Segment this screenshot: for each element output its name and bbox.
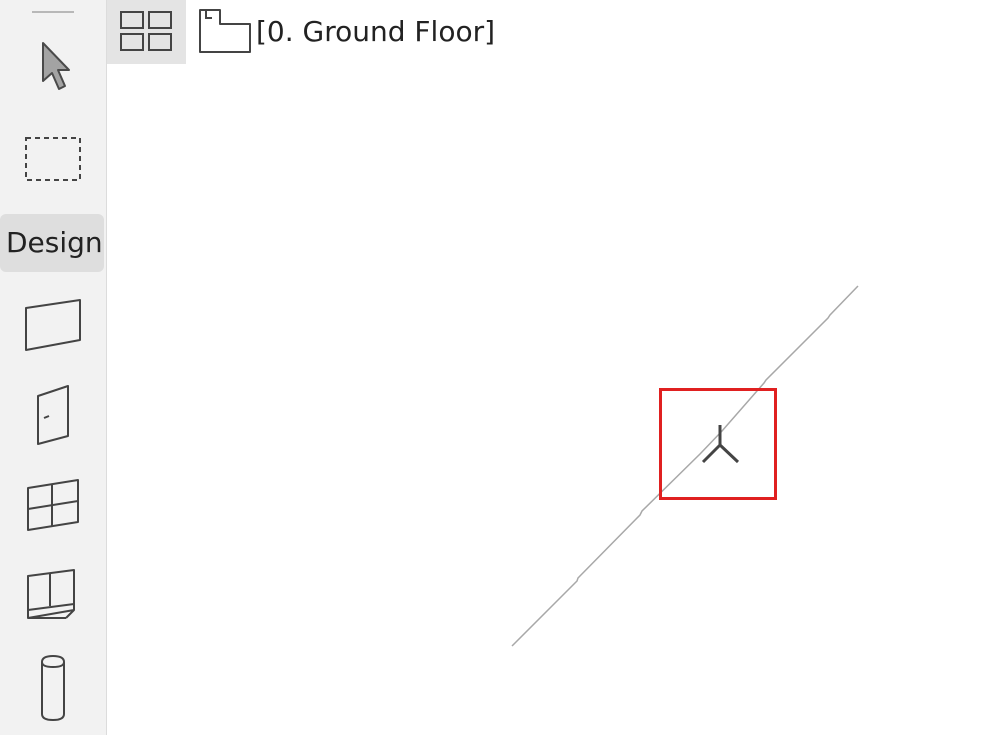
view-header: [0. Ground Floor] <box>196 6 495 56</box>
corner-window-icon <box>27 569 75 619</box>
column-tool-button[interactable] <box>34 652 72 724</box>
arrow-pointer-icon <box>42 42 70 90</box>
highlight-box <box>659 388 777 500</box>
view-switch-button[interactable] <box>107 0 186 64</box>
door-tool-button[interactable] <box>30 382 76 448</box>
dashed-rectangle-icon <box>25 137 81 181</box>
toolbox-panel: Design <box>0 0 107 735</box>
floor-plan-canvas[interactable] <box>107 64 999 735</box>
door-icon <box>37 385 69 445</box>
view-title: [0. Ground Floor] <box>256 14 496 48</box>
window-tool-button[interactable] <box>22 476 84 536</box>
column-icon <box>41 654 65 722</box>
floor-plan-icon <box>199 9 251 53</box>
toolbox-grip[interactable] <box>32 11 74 13</box>
window-icon <box>27 479 79 531</box>
grid-view-icon <box>120 11 172 51</box>
arrow-tool-button[interactable] <box>30 36 76 96</box>
corner-window-tool-button[interactable] <box>22 566 84 626</box>
design-palette-label[interactable]: Design <box>0 214 104 272</box>
marquee-tool-button[interactable] <box>22 134 84 184</box>
wall-icon <box>25 299 81 351</box>
wall-tool-button[interactable] <box>20 296 86 354</box>
